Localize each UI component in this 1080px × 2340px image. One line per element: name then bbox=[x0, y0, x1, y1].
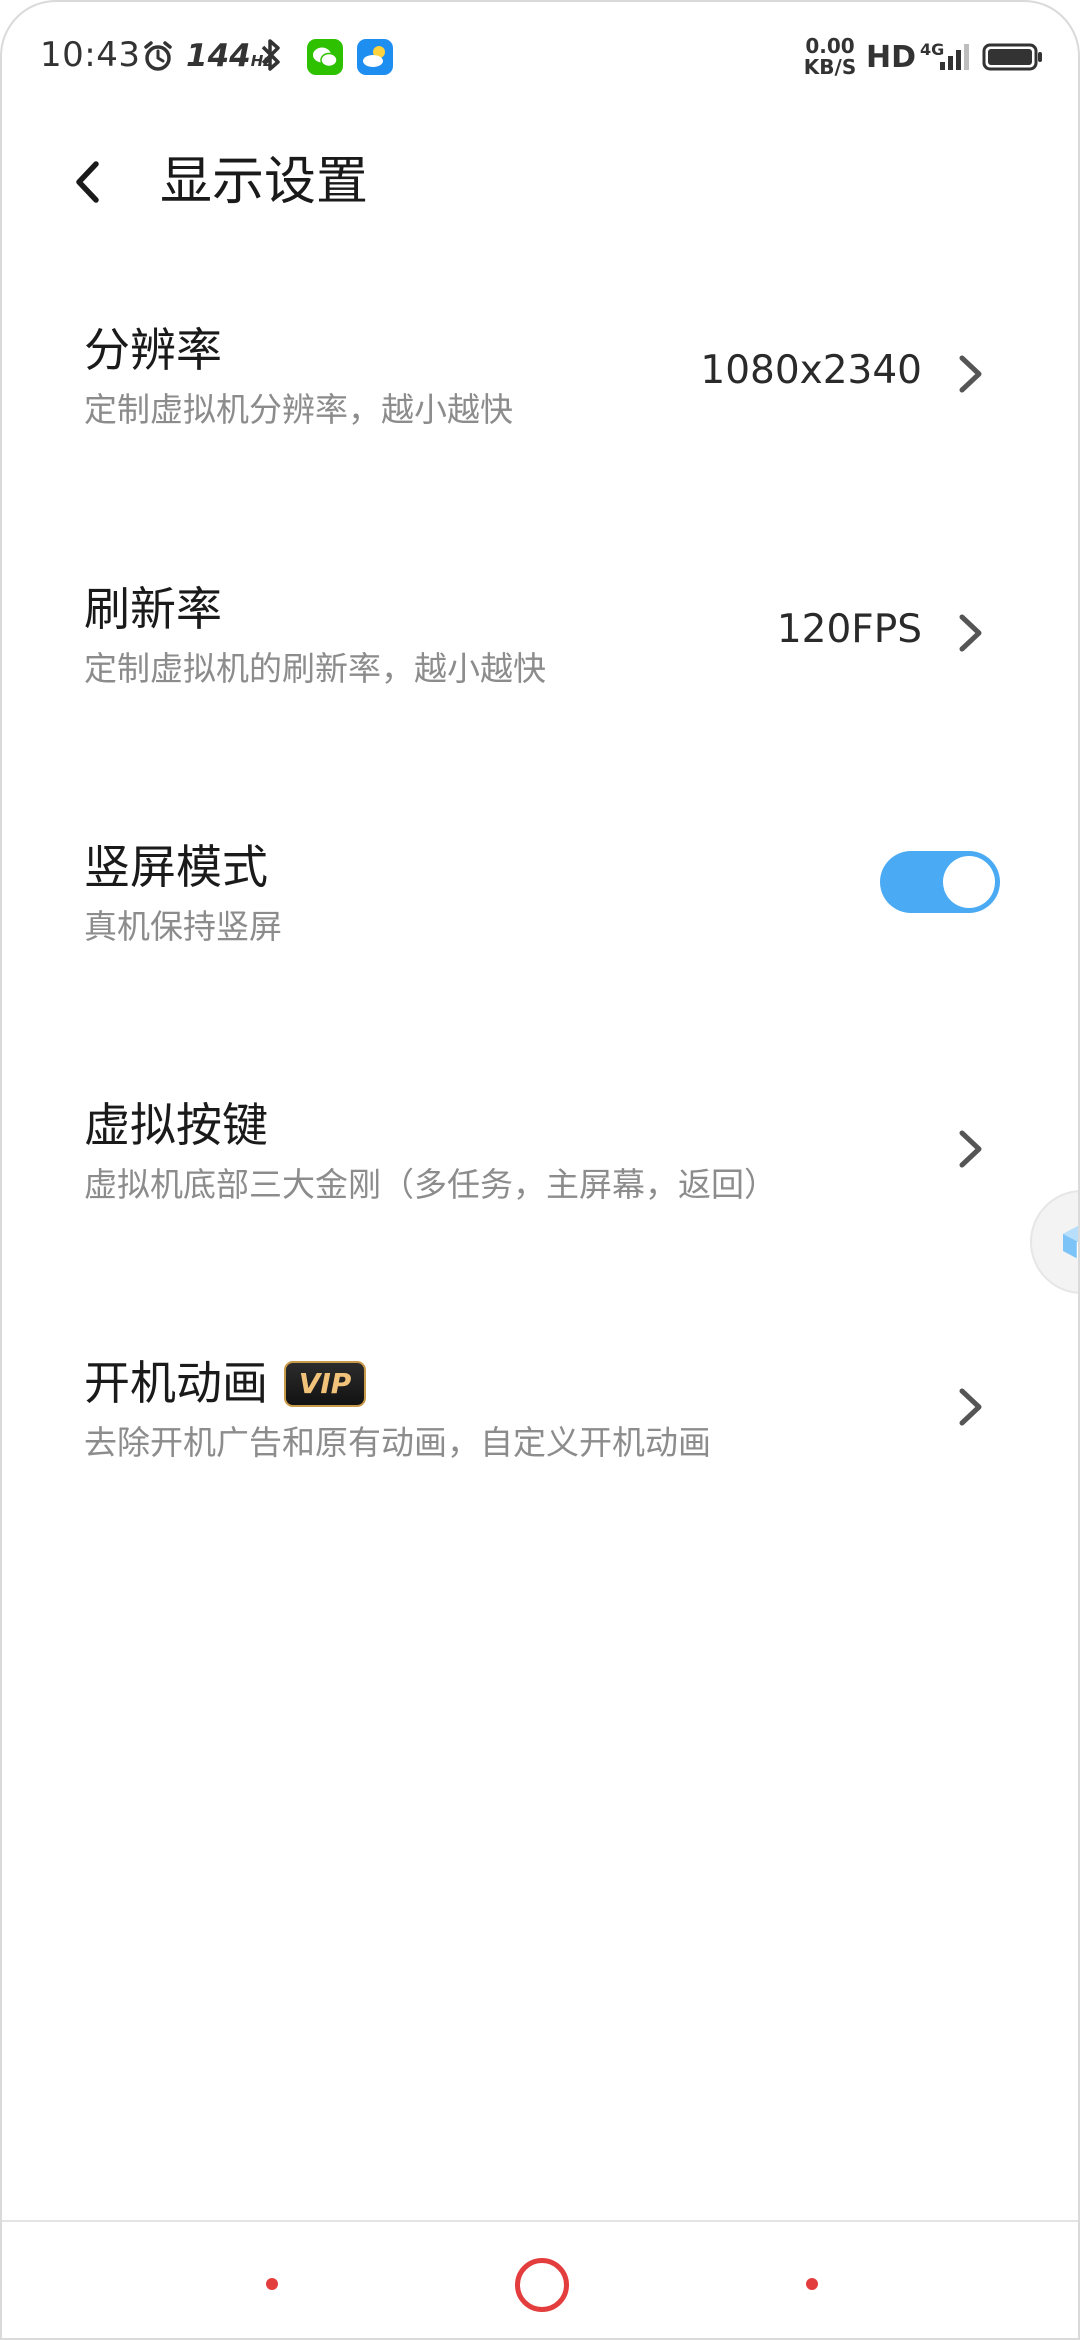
setting-row-virtual-keys[interactable]: 虚拟按键 虚拟机底部三大金刚（多任务，主屏幕，返回） bbox=[2, 1095, 1078, 1255]
chevron-left-icon bbox=[76, 161, 99, 203]
wechat-icon bbox=[307, 39, 343, 75]
network-speed: 0.00 KB/S bbox=[802, 36, 858, 78]
setting-row-resolution[interactable]: 分辨率 定制虚拟机分辨率，越小越快 1080x2340 bbox=[2, 320, 1078, 480]
navigation-bar bbox=[2, 2220, 1078, 2338]
setting-subtitle: 定制虚拟机分辨率，越小越快 bbox=[84, 390, 513, 429]
battery-icon bbox=[982, 42, 1044, 76]
setting-value: 1080x2340 bbox=[700, 348, 922, 393]
hd-indicator: HD bbox=[866, 40, 917, 75]
setting-value: 120FPS bbox=[776, 607, 922, 652]
cube-icon bbox=[1063, 1226, 1078, 1259]
chevron-right-icon bbox=[959, 355, 982, 393]
chevron-right-icon bbox=[959, 1130, 982, 1168]
status-bar: 10:43 144Hz 0.00 KB/S HD 4G bbox=[2, 2, 1078, 114]
alarm-icon bbox=[142, 40, 174, 76]
setting-row-refresh-rate[interactable]: 刷新率 定制虚拟机的刷新率，越小越快 120FPS bbox=[2, 579, 1078, 739]
page-title: 显示设置 bbox=[160, 152, 369, 212]
setting-title: 开机动画 bbox=[84, 1356, 268, 1410]
setting-row-boot-animation[interactable]: 开机动画 VIP 去除开机广告和原有动画，自定义开机动画 bbox=[2, 1353, 1078, 1513]
setting-title: 刷新率 bbox=[84, 582, 222, 636]
signal-icon bbox=[936, 42, 972, 76]
nav-home-button[interactable] bbox=[515, 2258, 569, 2312]
weather-icon bbox=[357, 39, 393, 75]
screen-frame: 10:43 144Hz 0.00 KB/S HD 4G 显示设置 分辨率 定制虚… bbox=[0, 0, 1080, 2340]
setting-title: 虚拟按键 bbox=[84, 1098, 268, 1152]
bluetooth-icon bbox=[258, 38, 284, 76]
portrait-mode-toggle[interactable] bbox=[880, 851, 1000, 913]
back-button[interactable] bbox=[62, 152, 122, 212]
chevron-right-icon bbox=[959, 1388, 982, 1426]
setting-title: 分辨率 bbox=[84, 323, 222, 377]
header: 显示设置 bbox=[2, 132, 1078, 232]
vip-badge: VIP bbox=[284, 1361, 366, 1407]
toggle-knob bbox=[943, 856, 995, 908]
setting-subtitle: 真机保持竖屏 bbox=[84, 907, 282, 946]
setting-subtitle: 去除开机广告和原有动画，自定义开机动画 bbox=[84, 1423, 711, 1462]
setting-subtitle: 定制虚拟机的刷新率，越小越快 bbox=[84, 649, 546, 688]
nav-recents-button[interactable] bbox=[266, 2278, 278, 2290]
setting-subtitle: 虚拟机底部三大金刚（多任务，主屏幕，返回） bbox=[84, 1165, 777, 1204]
refresh-rate-value: 144 bbox=[186, 38, 251, 74]
setting-title: 竖屏模式 bbox=[84, 840, 268, 894]
status-time: 10:43 bbox=[40, 35, 141, 75]
nav-back-button[interactable] bbox=[806, 2278, 818, 2290]
setting-row-portrait-mode: 竖屏模式 真机保持竖屏 bbox=[2, 837, 1078, 997]
network-speed-unit: KB/S bbox=[803, 55, 857, 79]
chevron-right-icon bbox=[959, 614, 982, 652]
